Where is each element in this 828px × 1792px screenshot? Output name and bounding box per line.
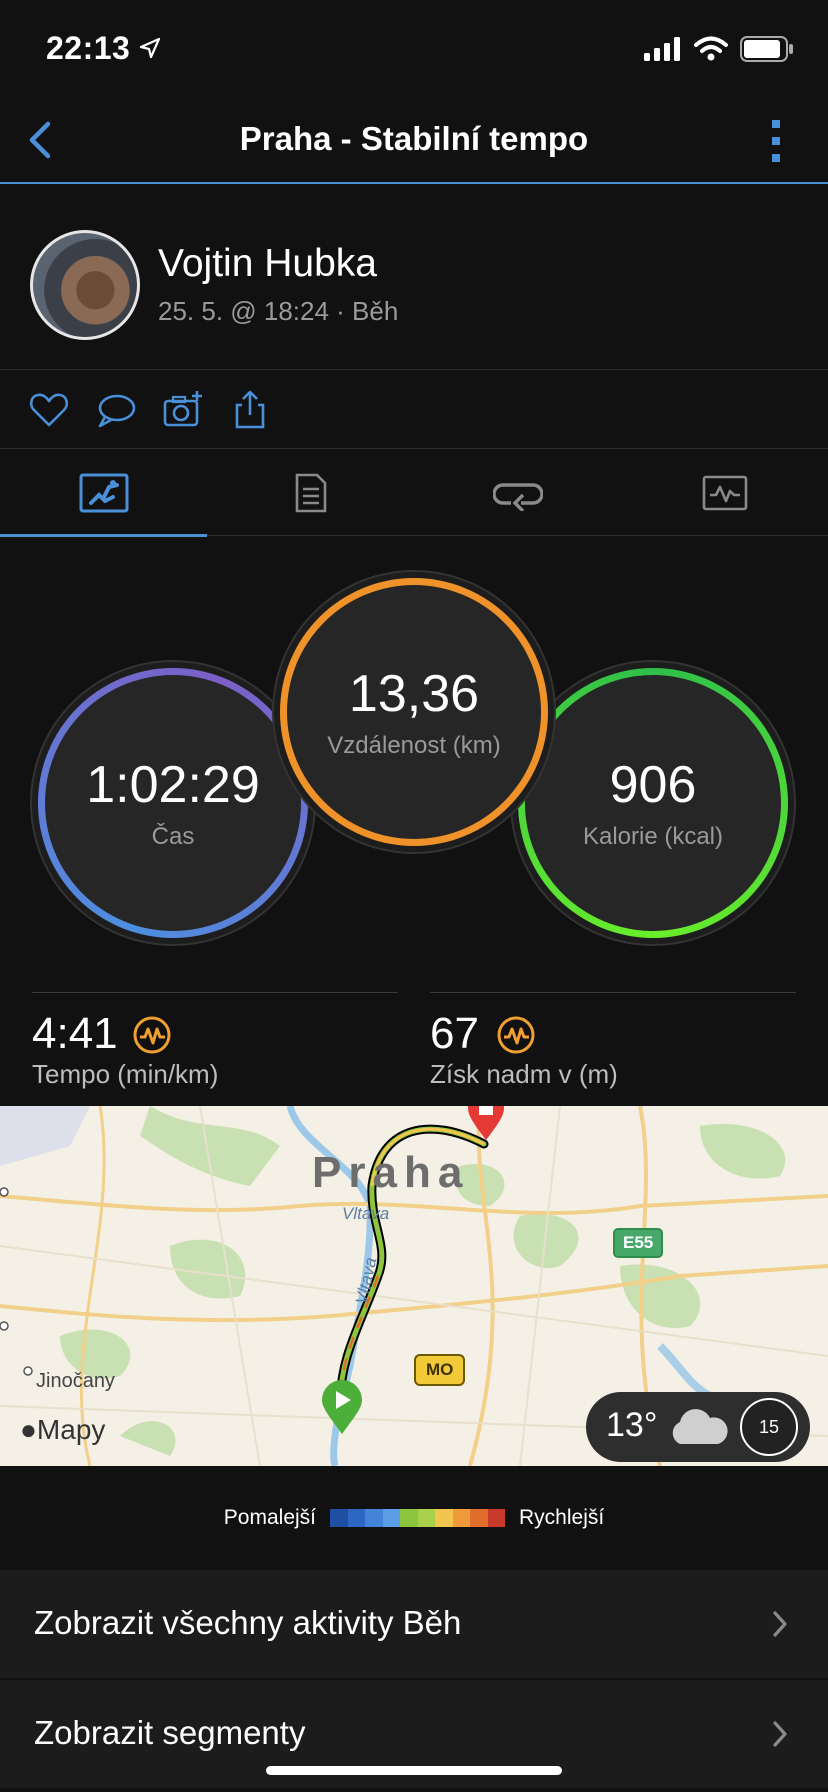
tab-charts[interactable] (621, 450, 828, 536)
all-activities-label: Zobrazit všechny aktivity Běh (34, 1604, 462, 1641)
share-icon[interactable] (229, 389, 271, 431)
legend-swatch (400, 1509, 418, 1527)
tab-laps[interactable] (414, 450, 621, 536)
legend-swatch (487, 1509, 505, 1527)
legend-swatch (382, 1509, 400, 1527)
tab-overview[interactable] (0, 450, 207, 537)
time-label: Čas (151, 823, 195, 850)
chart-icon (702, 475, 747, 511)
start-marker-icon (322, 1380, 362, 1434)
avatar[interactable] (30, 230, 140, 340)
distance-ring: 13,36 Vzdálenost (km) (280, 578, 548, 846)
document-list-icon (295, 473, 326, 513)
more-vertical-icon[interactable] (764, 118, 788, 164)
calories-ring: 906 Kalorie (kcal) (518, 668, 788, 938)
status-time: 22:13 (46, 30, 131, 66)
time-value: 1:02:29 (86, 756, 260, 814)
battery-icon (740, 36, 793, 62)
heart-icon[interactable] (28, 389, 70, 431)
activity-date-type: 25. 5. @ 18:24 · Běh (158, 296, 399, 326)
calories-label: Kalorie (kcal) (582, 823, 724, 850)
elevation-info-icon[interactable] (496, 1015, 536, 1055)
legend-swatch (347, 1509, 365, 1527)
map-river-label: Vltava (342, 1204, 390, 1223)
map-city-label: Praha (312, 1148, 470, 1197)
distance-label: Vzdálenost (km) (327, 732, 501, 759)
elevation-value: 67 (430, 1009, 479, 1058)
air-quality-index: 15 (740, 1398, 798, 1456)
legend-swatch (470, 1509, 488, 1527)
chevron-right-icon (773, 1721, 787, 1747)
page-title: Praha - Stabilní tempo (239, 120, 589, 157)
pace-stat: 4:41 Tempo (min/km) (32, 992, 398, 1089)
pace-info-icon[interactable] (132, 1015, 172, 1055)
navigation-bar: Praha - Stabilní tempo (0, 96, 828, 184)
route-map[interactable]: Praha Vltava Vltava Jinočany E55 MO ●Map… (0, 1106, 828, 1466)
elevation-label: Získ nadm v (m) (430, 1059, 618, 1089)
distance-value: 13,36 (348, 665, 480, 723)
add-photo-icon[interactable] (162, 389, 204, 431)
legend-swatch (330, 1509, 348, 1527)
pace-legend: Pomalejší Rychlejší (0, 1466, 828, 1570)
legend-swatch (435, 1509, 453, 1527)
wifi-icon (694, 36, 728, 61)
time-ring: 1:02:29 Čas (38, 668, 308, 938)
segments-label: Zobrazit segmenty (34, 1714, 306, 1751)
home-indicator[interactable] (266, 1766, 562, 1775)
cellular-signal-icon (644, 37, 680, 61)
all-activities-row[interactable]: Zobrazit všechny aktivity Běh (0, 1570, 828, 1678)
legend-swatch (417, 1509, 435, 1527)
legend-slower: Pomalejší (223, 1506, 316, 1529)
apple-logo-icon: ● (20, 1414, 37, 1445)
legend-faster: Rychlejší (519, 1506, 605, 1529)
maps-logo: ●Mapy (20, 1414, 106, 1445)
legend-color-scale (330, 1509, 505, 1527)
metric-rings: 1:02:29 Čas 906 Kalorie (kcal) 13,36 Vzd… (0, 536, 828, 956)
pace-label: Tempo (min/km) (32, 1059, 219, 1089)
action-bar (0, 371, 828, 449)
road-badge-e55: E55 (613, 1228, 664, 1258)
cloud-icon (672, 1409, 728, 1444)
weather-temp: 13° (606, 1406, 658, 1444)
map-town-label: Jinočany (36, 1370, 115, 1392)
road-badge-mo: MO (414, 1354, 466, 1386)
finish-marker-icon (468, 1106, 504, 1140)
legend-swatch (365, 1509, 383, 1527)
legend-swatch (452, 1509, 470, 1527)
calories-value: 906 (609, 756, 697, 814)
running-stats-icon (79, 473, 128, 513)
elevation-stat: 67 Získ nadm v (m) (430, 992, 796, 1089)
activity-tabs (0, 450, 828, 537)
weather-pill: 13° 15 (586, 1392, 810, 1462)
user-name[interactable]: Vojtin Hubka (158, 242, 377, 286)
activity-header: Vojtin Hubka 25. 5. @ 18:24 · Běh (0, 186, 828, 370)
location-arrow-icon (139, 37, 161, 59)
chevron-right-icon (773, 1611, 787, 1637)
pace-value: 4:41 (32, 1009, 118, 1058)
tab-details[interactable] (207, 450, 414, 536)
status-bar: 22:13 (0, 0, 828, 96)
comment-icon[interactable] (95, 389, 137, 431)
loop-arrow-icon (492, 483, 543, 511)
